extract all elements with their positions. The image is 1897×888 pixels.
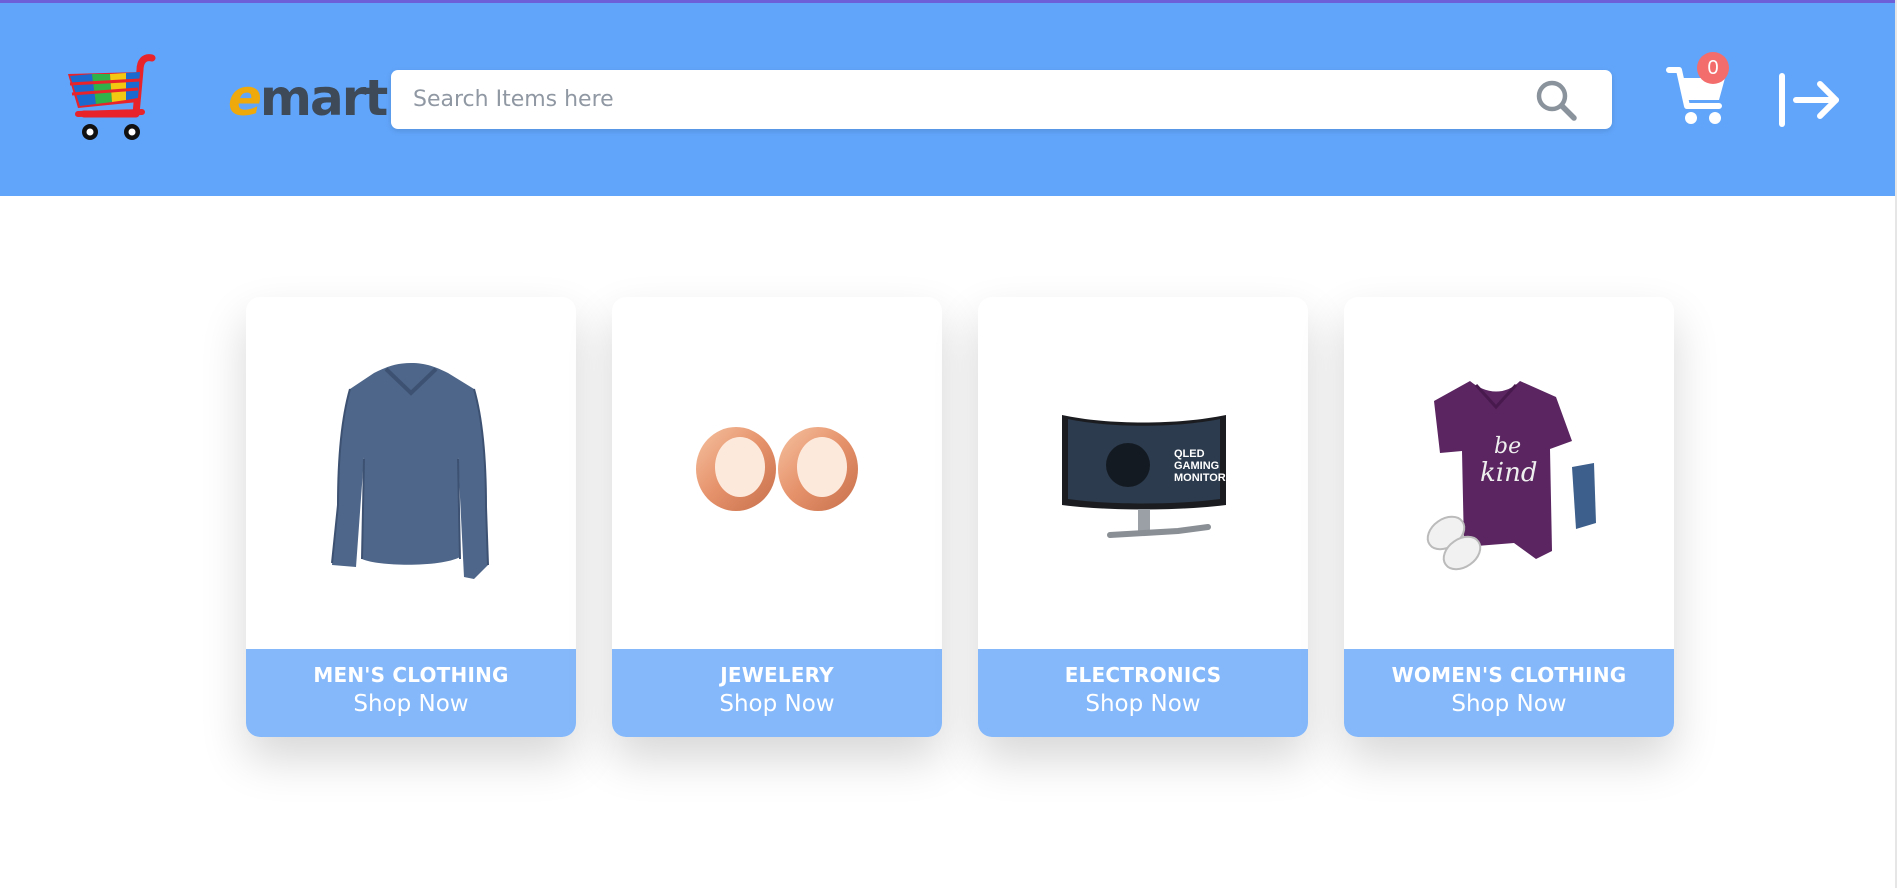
gaming-monitor-image: QLED GAMING MONITOR [978,297,1308,649]
search-bar [391,70,1612,129]
shirt-text: kind [1480,458,1537,488]
womens-tshirt-image: be kind [1344,297,1674,649]
mens-sweater-image [246,297,576,649]
category-name: ELECTRONICS [1064,663,1222,687]
search-input[interactable] [413,70,1513,129]
category-footer[interactable]: WOMEN'S CLOTHING Shop Now [1344,649,1674,737]
category-footer[interactable]: MEN'S CLOTHING Shop Now [246,649,576,737]
category-footer[interactable]: ELECTRONICS Shop Now [978,649,1308,737]
logout-arrow-icon[interactable] [1776,72,1842,128]
category-card-womens-clothing[interactable]: be kind WOMEN'S CLOTHING Shop Now [1344,297,1674,737]
brand-suffix: mart [259,69,388,127]
category-grid: MEN'S CLOTHING Shop Now JEWELERY Shop No… [246,297,1676,737]
shop-now-link[interactable]: Shop Now [246,691,576,717]
shopping-cart-logo-icon[interactable] [56,52,160,144]
monitor-screen-text: QLED [1174,448,1205,460]
monitor-screen-text: MONITOR [1174,472,1226,484]
category-name: WOMEN'S CLOTHING [1391,663,1627,687]
rose-gold-plugs-image [612,297,942,649]
shop-now-link[interactable]: Shop Now [612,691,942,717]
category-card-electronics[interactable]: QLED GAMING MONITOR ELECTRONICS Shop Now [978,297,1308,737]
category-name: MEN'S CLOTHING [313,663,509,687]
cart-count-badge: 0 [1697,52,1729,84]
category-card-jewelery[interactable]: JEWELERY Shop Now [612,297,942,737]
shirt-text: be [1494,434,1521,459]
monitor-screen-text: GAMING [1174,460,1219,472]
shop-now-link[interactable]: Shop Now [1344,691,1674,717]
brand-logo[interactable]: emart [228,69,388,127]
category-name: JEWELERY [720,663,834,687]
category-footer[interactable]: JEWELERY Shop Now [612,649,942,737]
search-icon[interactable] [1534,78,1578,122]
brand-prefix: e [228,69,262,127]
category-card-mens-clothing[interactable]: MEN'S CLOTHING Shop Now [246,297,576,737]
shop-now-link[interactable]: Shop Now [978,691,1308,717]
